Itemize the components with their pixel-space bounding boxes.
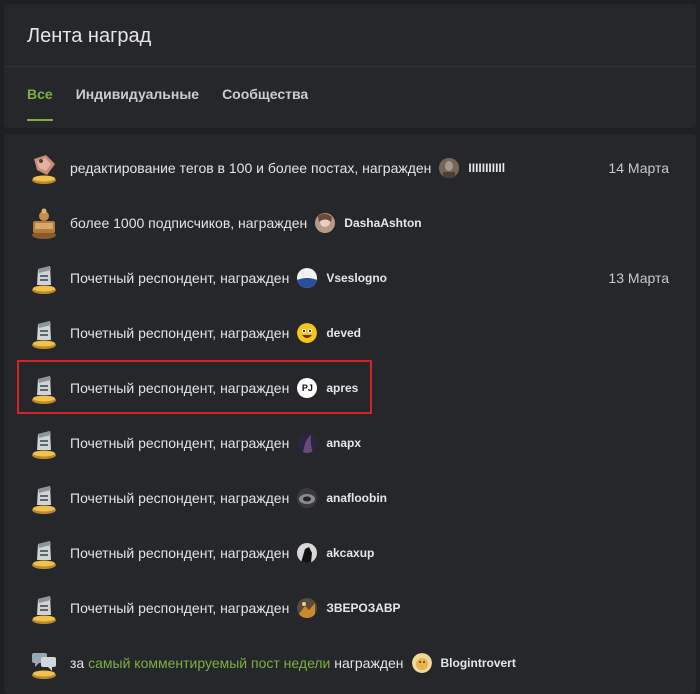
award-text: Почетный респондент, награжден [70, 489, 290, 506]
award-text-prefix: за [70, 654, 85, 671]
award-row: Почетный респондент, награжден Vseslogno… [4, 250, 696, 305]
username-link[interactable]: ЗВЕРОЗАВР [326, 601, 400, 615]
header: Лента наград [4, 4, 696, 67]
username-link[interactable]: anafloobin [326, 491, 387, 505]
comment-award-icon [28, 646, 60, 680]
avatar[interactable] [439, 157, 460, 178]
username-link[interactable]: anapx [326, 436, 361, 450]
award-row: Почетный респондент, награжден anapx [4, 415, 696, 470]
avatar[interactable] [411, 652, 432, 673]
tab-individual[interactable]: Индивидуальные [76, 67, 199, 121]
honorary-respondent-award-icon [28, 426, 60, 460]
tab-communities[interactable]: Сообщества [222, 67, 308, 121]
tab-bar: Все Индивидуальные Сообщества [4, 67, 696, 127]
award-row: Почетный респондент, награжден akcaxup [4, 525, 696, 580]
tab-all[interactable]: Все [27, 67, 53, 121]
award-text: за самый комментируемый пост недели нагр… [70, 655, 404, 671]
username-link[interactable]: DashaAshton [344, 216, 421, 230]
award-row: Почетный респондент, награжден ЗВЕРОЗАВР [4, 580, 696, 635]
award-row: за самый комментируемый пост недели нагр… [4, 635, 696, 690]
award-date: 14 Марта [608, 159, 669, 176]
tag-award-icon [28, 151, 60, 185]
award-text-suffix: награжден [334, 654, 404, 671]
username-link[interactable]: IIIIIIIIIIl [468, 161, 505, 175]
avatar[interactable] [297, 267, 318, 288]
award-text: Почетный респондент, награжден [70, 324, 290, 341]
honorary-respondent-award-icon [28, 481, 60, 515]
award-row: редактирование тегов в 100 и более поста… [4, 140, 696, 195]
award-text: редактирование тегов в 100 и более поста… [70, 159, 432, 176]
best-post-link[interactable]: самый комментируемый пост недели [88, 655, 330, 671]
avatar[interactable] [297, 322, 318, 343]
award-text: Почетный респондент, награжден [70, 269, 290, 286]
honorary-respondent-award-icon [28, 591, 60, 625]
award-row: Почетный респондент, награжден deved [4, 305, 696, 360]
awards-list: редактирование тегов в 100 и более поста… [4, 134, 696, 694]
avatar[interactable] [297, 432, 318, 453]
avatar[interactable] [297, 597, 318, 618]
username-link[interactable]: Blogintrovert [441, 656, 516, 670]
username-link[interactable]: Vseslogno [326, 271, 387, 285]
1000-subscribers-award-icon [28, 206, 60, 240]
award-text: Почетный респондент, награжден [70, 434, 290, 451]
highlight-box [17, 360, 372, 414]
username-link[interactable]: deved [326, 326, 361, 340]
award-row: Почетный респондент, награжден anafloobi… [4, 470, 696, 525]
award-text: Почетный респондент, награжден [70, 599, 290, 616]
award-text: более 1000 подписчиков, награжден [70, 214, 308, 231]
award-text: Почетный респондент, награжден [70, 544, 290, 561]
avatar[interactable] [297, 487, 318, 508]
award-date: 13 Марта [608, 269, 669, 286]
honorary-respondent-award-icon [28, 316, 60, 350]
page-title: Лента наград [27, 25, 152, 47]
username-link[interactable]: akcaxup [326, 546, 374, 560]
awards-header-card: Лента наград Все Индивидуальные Сообщест… [4, 4, 696, 128]
honorary-respondent-award-icon [28, 536, 60, 570]
honorary-respondent-award-icon [28, 261, 60, 295]
award-row: более 1000 подписчиков, награжден DashaA… [4, 195, 696, 250]
avatar[interactable] [315, 212, 336, 233]
avatar[interactable] [297, 542, 318, 563]
